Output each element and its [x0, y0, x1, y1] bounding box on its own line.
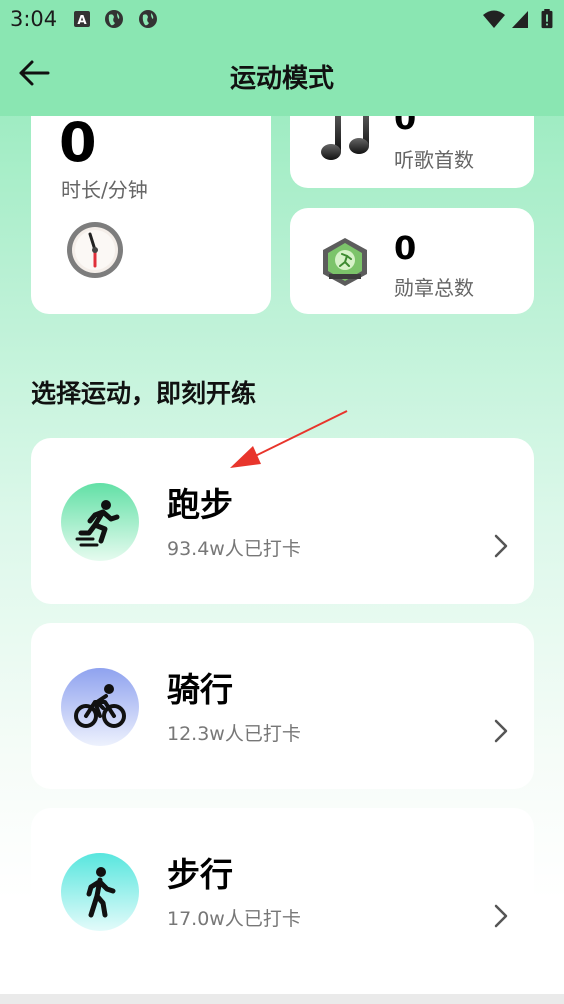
annotation-arrow-icon: [230, 410, 348, 468]
globe-icon: [139, 10, 157, 28]
duration-value: 0: [59, 111, 97, 174]
sport-item-walking[interactable]: 步行 17.0w人已打卡: [31, 808, 534, 974]
cycling-icon: [74, 684, 126, 728]
bottom-edge: [0, 994, 564, 1004]
medals-card: 0 勋章总数: [290, 208, 534, 314]
medals-label: 勋章总数: [394, 276, 474, 300]
sport-name: 骑行: [167, 670, 233, 709]
a-notification-icon: A: [74, 11, 90, 27]
sport-name: 步行: [167, 855, 233, 894]
sport-count: 17.0w人已打卡: [167, 908, 301, 930]
page-title: 运动模式: [229, 64, 334, 94]
section-title: 选择运动，即刻开练: [31, 379, 257, 408]
app-bar-overlay: 运动模式: [0, 40, 564, 116]
running-icon: [75, 500, 120, 547]
chevron-right-icon: [494, 904, 508, 928]
duration-card: 0 时长/分钟: [31, 96, 271, 314]
battery-icon: [541, 9, 553, 29]
stopwatch-icon: [67, 222, 123, 278]
songs-label: 听歌首数: [394, 148, 474, 172]
walking-icon-circle: [61, 853, 139, 931]
cycling-icon-circle: [61, 668, 139, 746]
sport-name: 跑步: [167, 485, 233, 524]
status-time: 3:04: [10, 7, 58, 31]
status-bar: 3:04 A: [0, 0, 564, 40]
wifi-icon: [483, 10, 505, 28]
globe-icon: [105, 10, 123, 28]
medals-value: 0: [394, 229, 417, 267]
chevron-right-icon: [494, 719, 508, 743]
duration-label: 时长/分钟: [61, 178, 148, 202]
walking-icon: [86, 867, 116, 918]
medal-badge-icon: [323, 238, 367, 286]
sport-count: 93.4w人已打卡: [167, 538, 301, 560]
chevron-right-icon: [494, 534, 508, 558]
sport-count: 12.3w人已打卡: [167, 723, 301, 745]
sport-item-cycling[interactable]: 骑行 12.3w人已打卡: [31, 623, 534, 789]
svg-text:A: A: [77, 13, 87, 27]
running-icon-circle: [61, 483, 139, 561]
signal-icon: [512, 11, 528, 28]
